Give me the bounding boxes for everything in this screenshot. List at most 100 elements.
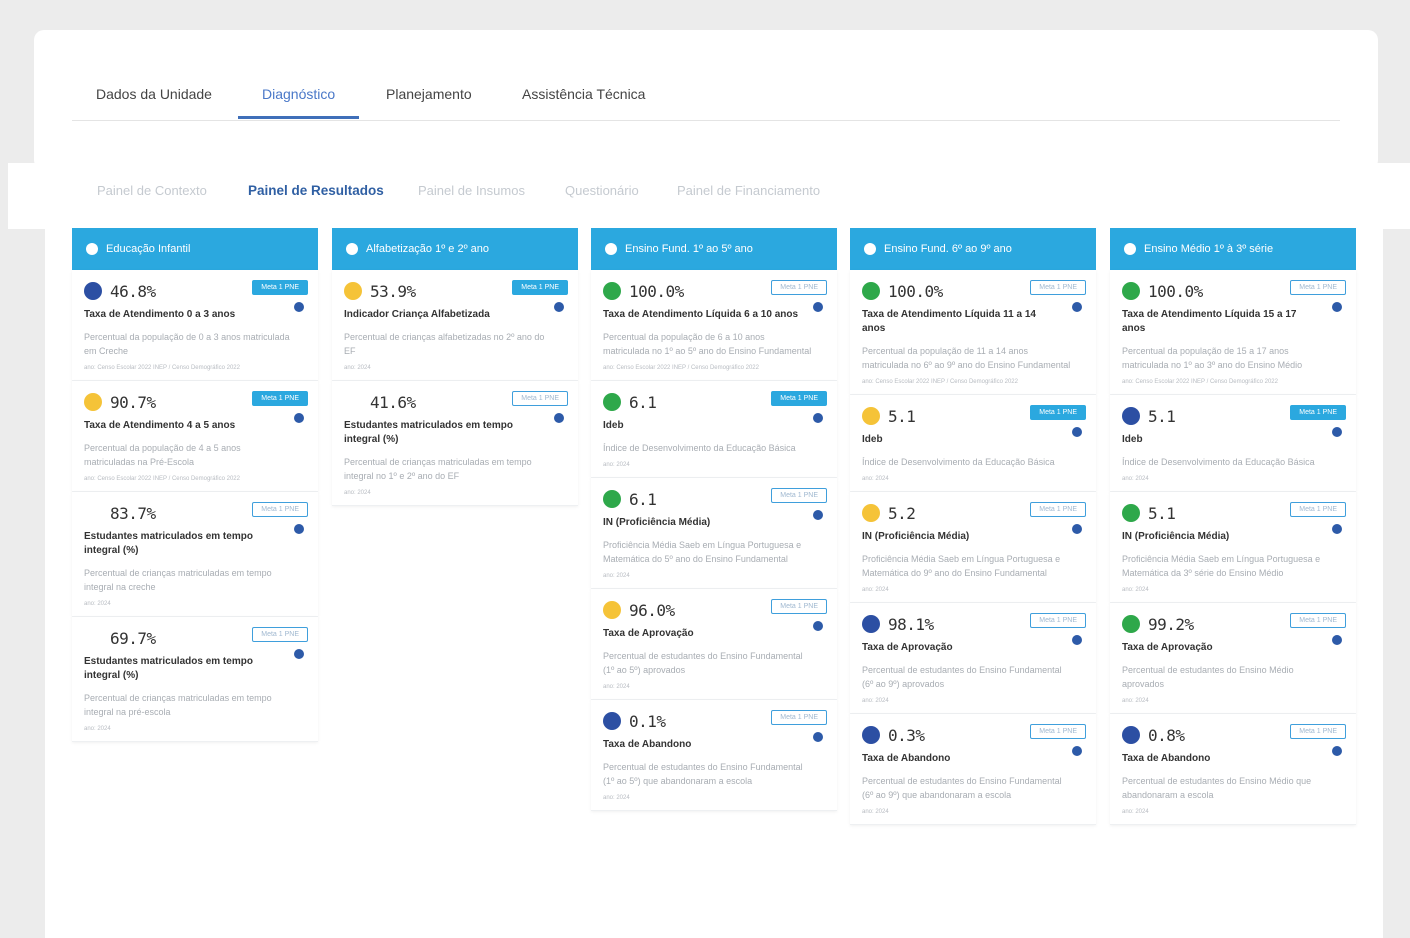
meta-pne-badge[interactable]: Meta 1 PNE <box>252 391 308 406</box>
indicator-card: 100.0% Meta 1 PNE Taxa de Atendimento Líqu… <box>1110 270 1356 395</box>
indicator-title: Estudantes matriculados em tempo integra… <box>84 531 253 556</box>
meta-pne-badge[interactable]: Meta 1 PNE <box>771 280 827 295</box>
indicator-description: Percentual de crianças matriculadas em t… <box>84 693 272 717</box>
subtab-painel-contexto[interactable]: Painel de Contexto <box>97 183 207 198</box>
indicator-source: ano: 2024 <box>603 573 630 579</box>
info-icon[interactable] <box>294 649 304 659</box>
info-icon[interactable] <box>1332 524 1342 534</box>
indicator-source: ano: 2024 <box>862 476 889 482</box>
indicator-title: IN (Proficiência Média) <box>1122 531 1230 542</box>
info-icon[interactable] <box>86 243 98 255</box>
meta-pne-badge[interactable]: Meta 1 PNE <box>512 391 568 406</box>
meta-pne-badge[interactable]: Meta 1 PNE <box>1290 502 1346 517</box>
subtab-painel-insumos[interactable]: Painel de Insumos <box>418 183 525 198</box>
indicator-card: 83.7% Meta 1 PNE Estudantes matriculados e… <box>72 492 318 617</box>
subtab-questionario[interactable]: Questionário <box>565 183 639 198</box>
indicator-description: Percentual da população de 6 a 10 anos m… <box>603 332 812 356</box>
indicator-title: Taxa de Atendimento Líquida 15 a 17 anos <box>1122 309 1297 334</box>
indicator-card: 0.3% Meta 1 PNE Taxa de Abandono Percentual… <box>850 714 1096 825</box>
info-icon[interactable] <box>1124 243 1136 255</box>
indicator-description: Percentual de estudantes do Ensino Funda… <box>862 665 1062 689</box>
info-icon[interactable] <box>813 732 823 742</box>
info-icon[interactable] <box>554 413 564 423</box>
info-icon[interactable] <box>813 302 823 312</box>
status-dot-icon <box>603 712 621 730</box>
indicator-column: Ensino Médio 1º à 3º série 100.0% Meta 1 P… <box>1110 228 1356 825</box>
info-icon[interactable] <box>1332 635 1342 645</box>
indicator-value: 100.0% <box>629 281 684 301</box>
meta-pne-badge[interactable]: Meta 1 PNE <box>1030 502 1086 517</box>
meta-pne-badge[interactable]: Meta 1 PNE <box>1030 613 1086 628</box>
subtab-painel-resultados[interactable]: Painel de Resultados <box>248 183 384 198</box>
indicator-title: Taxa de Abandono <box>862 753 951 764</box>
indicator-description: Percentual de crianças alfabetizadas no … <box>344 332 545 356</box>
info-icon[interactable] <box>813 621 823 631</box>
indicator-title: Taxa de Atendimento 0 a 3 anos <box>84 309 236 320</box>
meta-pne-badge[interactable]: Meta 1 PNE <box>252 502 308 517</box>
column-title: Alfabetização 1º e 2º ano <box>366 243 490 255</box>
indicator-description: Proficiência Média Saeb em Língua Portug… <box>1122 554 1321 578</box>
meta-pne-badge[interactable]: Meta 1 PNE <box>1290 280 1346 295</box>
meta-pne-badge[interactable]: Meta 1 PNE <box>1030 280 1086 295</box>
indicator-description: Percentual de crianças matriculadas em t… <box>344 457 532 481</box>
meta-pne-badge[interactable]: Meta 1 PNE <box>252 280 308 295</box>
info-icon[interactable] <box>346 243 358 255</box>
meta-pne-badge[interactable]: Meta 1 PNE <box>771 599 827 614</box>
indicator-description: Percentual de crianças matriculadas em t… <box>84 568 272 592</box>
info-icon[interactable] <box>864 243 876 255</box>
meta-pne-badge[interactable]: Meta 1 PNE <box>1030 405 1086 420</box>
meta-pne-badge[interactable]: Meta 1 PNE <box>1290 724 1346 739</box>
indicator-title: Taxa de Atendimento Líquida 6 a 10 anos <box>603 309 799 320</box>
meta-pne-badge[interactable]: Meta 1 PNE <box>1290 613 1346 628</box>
info-icon[interactable] <box>1332 302 1342 312</box>
indicator-title: Taxa de Atendimento 4 a 5 anos <box>84 420 236 431</box>
info-icon[interactable] <box>1332 427 1342 437</box>
column-header: Ensino Médio 1º à 3º série <box>1110 228 1356 270</box>
meta-pne-badge[interactable]: Meta 1 PNE <box>512 280 568 295</box>
info-icon[interactable] <box>294 302 304 312</box>
column-header: Ensino Fund. 1º ao 5º ano <box>591 228 837 270</box>
meta-pne-badge[interactable]: Meta 1 PNE <box>771 391 827 406</box>
info-icon[interactable] <box>554 302 564 312</box>
info-icon[interactable] <box>1072 746 1082 756</box>
tab-dados-da-unidade[interactable]: Dados da Unidade <box>72 70 236 118</box>
indicator-source: ano: Censo Escolar 2022 INEP / Censo Dem… <box>862 379 1018 385</box>
indicator-source: ano: 2024 <box>1122 587 1149 593</box>
info-icon[interactable] <box>294 413 304 423</box>
indicator-description: Proficiência Média Saeb em Língua Portug… <box>603 540 802 564</box>
indicator-description: Proficiência Média Saeb em Língua Portug… <box>862 554 1061 578</box>
info-icon[interactable] <box>1332 746 1342 756</box>
meta-pne-badge[interactable]: Meta 1 PNE <box>1290 405 1346 420</box>
indicator-description: Percentual de estudantes do Ensino Funda… <box>603 762 803 786</box>
status-dot-icon <box>862 407 880 425</box>
info-icon[interactable] <box>1072 635 1082 645</box>
indicator-value: 0.1% <box>629 711 666 731</box>
subtab-painel-financiamento[interactable]: Painel de Financiamento <box>677 183 820 198</box>
indicator-card: 46.8% Meta 1 PNE Taxa de Atendimento 0 a 3… <box>72 270 318 381</box>
tab-planejamento[interactable]: Planejamento <box>362 70 496 118</box>
tab-diagnostico[interactable]: Diagnóstico <box>238 70 360 119</box>
column-header: Educação Infantil <box>72 228 318 270</box>
info-icon[interactable] <box>1072 302 1082 312</box>
meta-pne-badge[interactable]: Meta 1 PNE <box>771 710 827 725</box>
indicator-value: 0.3% <box>888 725 925 745</box>
indicator-title: Estudantes matriculados em tempo integra… <box>84 656 253 681</box>
indicator-card: 41.6% Meta 1 PNE Estudantes matriculados e… <box>332 381 578 506</box>
info-icon[interactable] <box>1072 524 1082 534</box>
indicator-description: Percentual de estudantes do Ensino Médio… <box>1122 776 1312 800</box>
tab-assistencia-tecnica[interactable]: Assistência Técnica <box>498 70 669 118</box>
info-icon[interactable] <box>813 510 823 520</box>
info-icon[interactable] <box>1072 427 1082 437</box>
meta-pne-badge[interactable]: Meta 1 PNE <box>252 627 308 642</box>
info-icon[interactable] <box>605 243 617 255</box>
indicator-title: Estudantes matriculados em tempo integra… <box>344 420 513 445</box>
indicator-value: 6.1 <box>629 392 657 412</box>
meta-pne-badge[interactable]: Meta 1 PNE <box>771 488 827 503</box>
meta-pne-badge[interactable]: Meta 1 PNE <box>1030 724 1086 739</box>
indicator-card: 6.1 Meta 1 PNE IN (Proficiência Média) Prof… <box>591 478 837 589</box>
indicator-card: 0.1% Meta 1 PNE Taxa de Abandono Percentual… <box>591 700 837 811</box>
status-dot-icon <box>862 726 880 744</box>
info-icon[interactable] <box>294 524 304 534</box>
indicator-description: Índice de Desenvolvimento da Educação Bá… <box>862 457 1055 467</box>
info-icon[interactable] <box>813 413 823 423</box>
